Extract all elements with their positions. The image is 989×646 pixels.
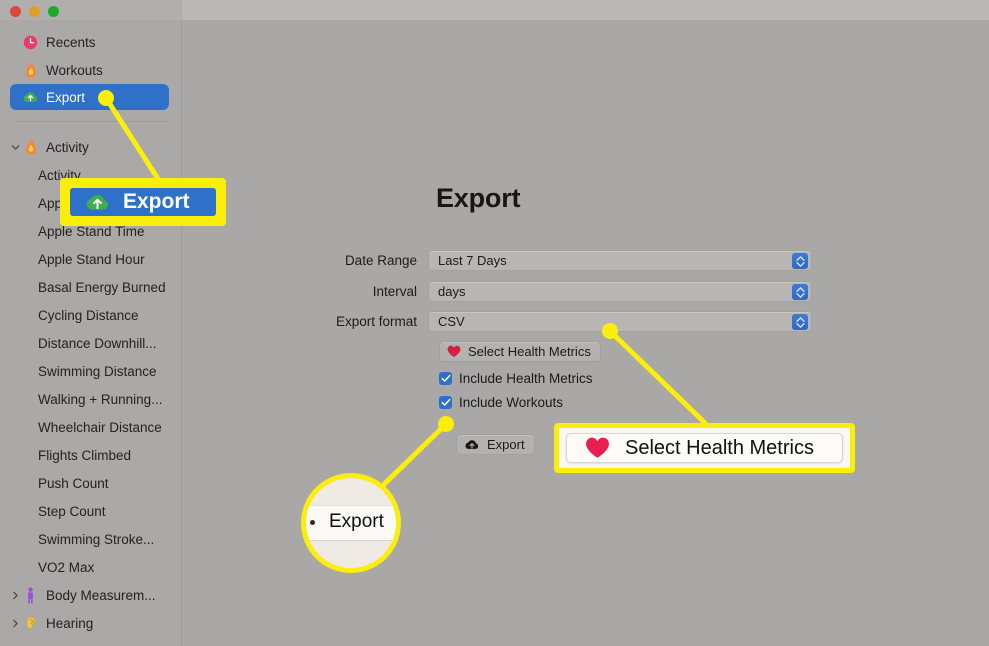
checkmark-icon[interactable] [439,372,452,385]
ear-icon [22,615,39,632]
sidebar-item-vo2-max[interactable]: VO2 Max [0,553,181,581]
select-health-metrics-callout: Select Health Metrics [554,423,855,473]
sidebar-child-label: Step Count [38,503,106,519]
sidebar-child-label: Walking + Running... [38,391,163,407]
chevron-down-icon[interactable] [8,143,22,152]
sidebar-item-walking-running[interactable]: Walking + Running... [0,385,181,413]
sidebar-item-push-count[interactable]: Push Count [0,469,181,497]
export-button-callout-inner: Export [306,505,396,541]
heart-icon [447,345,461,358]
chevron-updown-icon[interactable] [792,253,808,269]
sidebar-item-distance-downhill[interactable]: Distance Downhill... [0,329,181,357]
sidebar-child-label: Wheelchair Distance [38,419,162,435]
chevron-right-icon[interactable] [8,591,22,600]
sidebar-item-label: Workouts [46,62,103,78]
checkmark-icon[interactable] [439,396,452,409]
sidebar-item-basal-energy-burned[interactable]: Basal Energy Burned [0,273,181,301]
close-window-button[interactable] [10,6,21,17]
sidebar-export-callout-inner: Export [70,188,216,216]
field-label-interval: Interval [372,284,417,299]
main-content-pane: Export Date Range Last 7 Days Interval d… [183,20,989,646]
sidebar-item-wheelchair-distance[interactable]: Wheelchair Distance [0,413,181,441]
sidebar-child-label: Swimming Distance [38,363,157,379]
date-range-select[interactable]: Last 7 Days [428,250,812,271]
export-format-value: CSV [438,314,465,329]
body-icon [22,586,39,604]
select-health-metrics-callout-inner: Select Health Metrics [566,433,843,463]
field-label-date-range: Date Range [344,253,417,268]
sidebar-export-callout-label: Export [123,190,190,213]
sidebar-item-label: Export [46,89,86,105]
sidebar-group-label: Body Measurem... [46,587,156,603]
include-workouts-label: Include Workouts [459,395,564,410]
heart-icon [585,437,610,459]
sidebar: Recents Workouts Export Activity Activit… [0,20,182,646]
sidebar-export-callout: Export [60,178,226,226]
export-button-callout: Export [301,473,401,573]
sidebar-item-workouts[interactable]: Workouts [0,56,181,84]
sidebar-divider [14,121,167,122]
minimize-window-button[interactable] [29,6,40,17]
chevron-updown-icon[interactable] [792,314,808,330]
sidebar-group-label: Activity [46,139,89,155]
export-button-label: Export [487,437,525,452]
sidebar-child-label: Basal Energy Burned [38,279,166,295]
interval-select[interactable]: days [428,281,812,302]
select-health-metrics-callout-label: Select Health Metrics [625,436,814,459]
sidebar-item-flights-climbed[interactable]: Flights Climbed [0,441,181,469]
cloud-upload-icon [310,520,315,525]
cloud-upload-icon [464,438,480,451]
chevron-updown-icon[interactable] [792,284,808,300]
sidebar-group-body-measurements[interactable]: Body Measurem... [0,581,181,609]
flame-icon [22,139,39,156]
sidebar-item-label: Recents [46,34,96,50]
flame-icon [22,62,39,79]
include-health-metrics-label: Include Health Metrics [459,371,593,386]
export-button-callout-label: Export [329,511,384,532]
include-workouts-checkbox-row[interactable]: Include Workouts [439,395,563,410]
sidebar-group-activity[interactable]: Activity [0,133,181,161]
sidebar-child-label: VO2 Max [38,559,95,575]
sidebar-item-recents[interactable]: Recents [0,28,181,56]
sidebar-item-swimming-stroke[interactable]: Swimming Stroke... [0,525,181,553]
export-button[interactable]: Export [456,434,535,455]
export-format-select[interactable]: CSV [428,311,812,332]
page-title: Export [436,183,521,213]
sidebar-child-label: Cycling Distance [38,307,139,323]
app-window: Recents Workouts Export Activity Activit… [0,0,989,646]
include-health-metrics-checkbox-row[interactable]: Include Health Metrics [439,371,593,386]
sidebar-child-label: Apple Stand Hour [38,251,145,267]
sidebar-item-step-count[interactable]: Step Count [0,497,181,525]
sidebar-item-apple-stand-hour[interactable]: Apple Stand Hour [0,245,181,273]
sidebar-item-export[interactable]: Export [10,84,169,110]
clock-icon [22,34,39,51]
date-range-value: Last 7 Days [438,253,507,268]
sidebar-group-hearing[interactable]: Hearing [0,609,181,637]
interval-value: days [438,284,466,299]
field-row-export-format: Export format CSV [241,311,812,332]
sidebar-child-label: Push Count [38,475,109,491]
traffic-light-controls [10,6,59,17]
sidebar-item-cycling-distance[interactable]: Cycling Distance [0,301,181,329]
field-row-date-range: Date Range Last 7 Days [241,250,812,271]
sidebar-child-label: Swimming Stroke... [38,531,155,547]
chevron-right-icon[interactable] [8,619,22,628]
sidebar-group-label: Hearing [46,615,94,631]
field-row-interval: Interval days [241,281,812,302]
select-health-metrics-button[interactable]: Select Health Metrics [439,341,601,362]
cloud-upload-icon [84,191,111,213]
sidebar-item-swimming-distance[interactable]: Swimming Distance [0,357,181,385]
sidebar-child-label: Distance Downhill... [38,335,157,351]
maximize-window-button[interactable] [48,6,59,17]
field-label-export-format: Export format [335,314,417,329]
sidebar-child-label: Flights Climbed [38,447,132,463]
select-health-metrics-label: Select Health Metrics [468,344,591,359]
cloud-upload-icon [22,89,39,106]
